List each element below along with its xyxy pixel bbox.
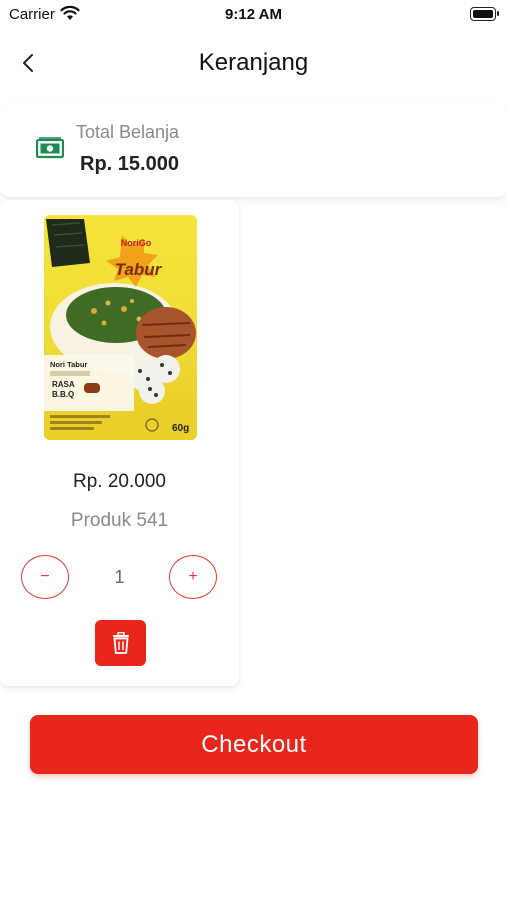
total-summary-card: Total Belanja Rp. 15.000 [0, 102, 507, 197]
total-label: Total Belanja [76, 122, 180, 142]
product-price: Rp. 20.000 [73, 471, 166, 492]
svg-text:Nori Tabur: Nori Tabur [50, 360, 87, 369]
svg-text:NoriGo: NoriGo [121, 238, 152, 248]
svg-text:B.B.Q: B.B.Q [52, 390, 74, 399]
status-bar: Carrier 9:12 AM [0, 0, 507, 30]
trash-icon [112, 632, 129, 654]
product-image: NoriGo Tabur Nori Tabur RASA B.B.Q 60g [44, 215, 197, 440]
money-icon [35, 137, 65, 164]
product-name: Produk 541 [70, 510, 169, 531]
svg-text:Tabur: Tabur [115, 260, 163, 279]
svg-text:60g: 60g [172, 423, 189, 434]
increase-quantity-button[interactable]: + [169, 555, 217, 599]
status-time: 9:12 AM [225, 6, 282, 23]
battery-icon [470, 7, 499, 21]
plus-icon: + [188, 568, 198, 585]
total-value: Rp. 15.000 [80, 153, 179, 175]
delete-item-button[interactable] [95, 620, 146, 666]
app-header: Keranjang [0, 36, 507, 92]
cart-item-card: NoriGo Tabur Nori Tabur RASA B.B.Q 60g R… [0, 200, 239, 686]
checkout-button[interactable]: Checkout [30, 715, 478, 774]
svg-text:RASA: RASA [52, 380, 75, 389]
page-title: Keranjang [198, 49, 309, 76]
